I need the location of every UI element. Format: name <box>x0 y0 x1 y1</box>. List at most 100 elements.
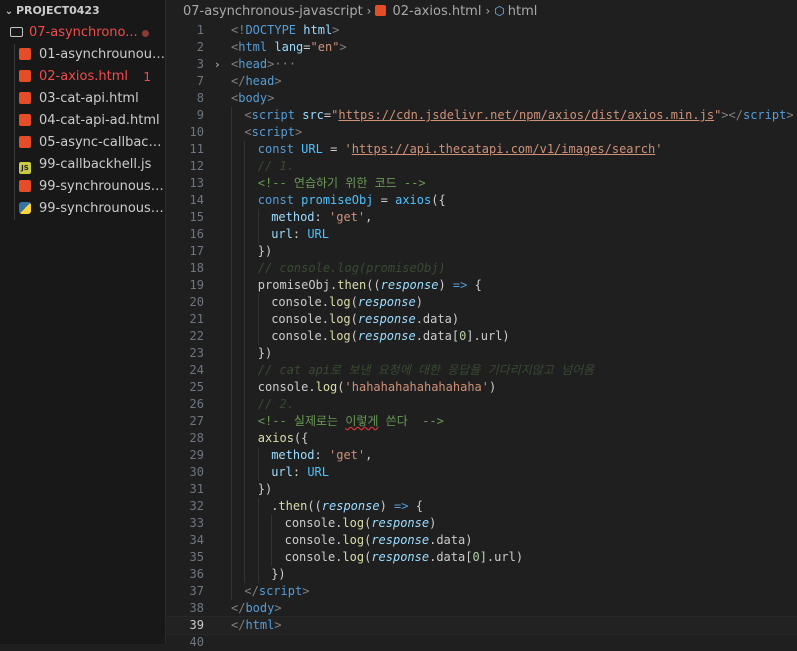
breadcrumb-element[interactable]: html <box>508 4 538 19</box>
code-token: log <box>342 533 365 547</box>
code-line[interactable]: 28 axios({ <box>166 430 797 447</box>
code-line[interactable]: 3 › <head>··· <box>166 56 797 73</box>
code-text: console.log('hahahahahahahahaha') <box>258 379 496 396</box>
code-line[interactable]: 8 <body> <box>166 90 797 107</box>
code-token: (( <box>366 278 381 292</box>
indent-guide <box>231 532 232 549</box>
indent-guide <box>231 549 232 566</box>
file-item[interactable]: 01-asynchrounous.h... <box>0 44 165 66</box>
line-number: 22 <box>189 329 204 343</box>
code-text: }) <box>258 481 272 498</box>
code-token: ) <box>438 278 453 292</box>
code-area[interactable]: 1 <!DOCTYPE html> 2 <html lang="en"> 3 › <head… <box>165 22 797 651</box>
code-line[interactable]: 27 <!-- 실제로는 이렇게 쓴다 --> <box>166 413 797 430</box>
code-token: 쓴다 --> <box>378 414 444 428</box>
code-text: url: URL <box>271 464 329 481</box>
indent-guide <box>231 396 232 413</box>
code-line[interactable]: 29 method: 'get', <box>166 447 797 464</box>
line-number: 31 <box>189 482 204 496</box>
file-item[interactable]: 99-synchrounous.ht... <box>0 176 165 198</box>
file-item[interactable]: 02-axios.html 1 <box>0 66 165 88</box>
code-line[interactable]: 10 <script> <box>166 124 797 141</box>
line-number: 34 <box>189 533 204 547</box>
line-number: 17 <box>189 244 204 258</box>
indent-guide <box>231 464 232 481</box>
file-item[interactable]: 05-async-callback.ht... <box>0 132 165 154</box>
code-line[interactable]: 14 const promiseObj = axios({ <box>166 192 797 209</box>
code-line[interactable]: 36}) <box>166 566 797 583</box>
code-token: response <box>321 499 380 513</box>
code-line[interactable]: 23}) <box>166 345 797 362</box>
code-line[interactable]: 11 const URL = 'https://api.thecatapi.com… <box>166 141 797 158</box>
code-token: > <box>274 601 282 615</box>
file-item[interactable]: JS 99-callbackhell.js <box>0 154 165 176</box>
line-number: 28 <box>189 431 204 445</box>
code-token: URL <box>301 142 323 156</box>
code-token: }) <box>257 482 273 496</box>
code-token: ( <box>337 380 345 394</box>
code-line[interactable]: 40 <box>166 634 797 651</box>
code-line[interactable]: 2 <html lang="en"> <box>166 39 797 56</box>
code-token: body <box>238 91 268 105</box>
code-line[interactable]: 34 console.log(response.data) <box>166 532 797 549</box>
code-line[interactable]: 20 console.log(response) <box>166 294 797 311</box>
code-token: then <box>337 278 367 292</box>
breadcrumb-folder[interactable]: 07-asynchronous-javascript <box>183 4 363 19</box>
code-token: ></ <box>721 108 743 122</box>
code-token: : <box>292 227 308 241</box>
code-line[interactable]: 30 url: URL <box>166 464 797 481</box>
code-line[interactable]: 13 <!-- 연습하기 위한 코드 --> <box>166 175 797 192</box>
code-line[interactable]: 19 promiseObj.then((response) => { <box>166 277 797 294</box>
code-line[interactable]: 7 </head> <box>166 73 797 90</box>
code-line[interactable]: 17}) <box>166 243 797 260</box>
code-text: console.log(response) <box>271 294 423 311</box>
line-number: 26 <box>189 397 204 411</box>
code-line[interactable]: 9 <script src="https://cdn.jsdelivr.net/n… <box>166 107 797 124</box>
code-line[interactable]: 18 // console.log(promiseObj) <box>166 260 797 277</box>
code-token: : <box>314 210 329 224</box>
file-item[interactable]: 03-cat-api.html <box>0 88 165 110</box>
code-line[interactable]: 25 console.log('hahahahahahahahaha') <box>166 379 797 396</box>
code-line[interactable]: 24 // cat api로 보낸 요청에 대한 응답을 기다리지않고 넘어옴 <box>166 362 797 379</box>
folder-icon <box>10 27 23 37</box>
code-line[interactable]: 1 <!DOCTYPE html> <box>166 22 797 39</box>
code-line[interactable]: 31}) <box>166 481 797 498</box>
project-header[interactable]: ⌄ PROJECT0423 <box>0 0 165 22</box>
code-text: console.log(response.data) <box>285 532 473 549</box>
code-line[interactable]: 33 console.log(response) <box>166 515 797 532</box>
indent-guide <box>244 430 246 447</box>
html-file-icon <box>19 70 31 82</box>
indent-guide <box>244 294 246 311</box>
indent-guide <box>271 515 273 532</box>
problem-count-badge: 1 <box>143 70 151 84</box>
code-token: { <box>467 278 482 292</box>
file-item[interactable]: 99-synchrounous.py <box>0 198 165 220</box>
fold-chevron-icon[interactable]: › <box>214 56 221 73</box>
indent-guide <box>231 277 232 294</box>
code-line[interactable]: 26 // 2. <box>166 396 797 413</box>
indent-guide <box>231 226 232 243</box>
code-token: (( <box>307 499 322 513</box>
indent-guide <box>231 566 232 583</box>
code-line[interactable]: 16 url: URL <box>166 226 797 243</box>
folder-row[interactable]: 07-asynchrono... <box>0 22 165 44</box>
code-token: head <box>245 74 275 88</box>
file-item[interactable]: 04-cat-api-ad.html <box>0 110 165 132</box>
code-token: html <box>303 23 333 37</box>
code-text: <html lang="en"> <box>231 39 347 56</box>
code-token: script <box>251 125 295 139</box>
indent-guide <box>244 141 246 158</box>
code-line[interactable]: 21 console.log(response.data) <box>166 311 797 328</box>
code-line[interactable]: 22 console.log(response.data[0].url) <box>166 328 797 345</box>
code-line[interactable]: 37 </script> <box>166 583 797 600</box>
code-token: response <box>357 329 416 343</box>
code-line[interactable]: 39 </html> <box>165 616 797 635</box>
code-line[interactable]: 12 // 1. <box>166 158 797 175</box>
line-number: 25 <box>189 380 204 394</box>
code-line[interactable]: 15 method: 'get', <box>166 209 797 226</box>
breadcrumb-file[interactable]: 02-axios.html <box>392 4 481 19</box>
code-line[interactable]: 38 </body> <box>166 600 797 617</box>
indent-guide <box>244 260 246 277</box>
code-line[interactable]: 35 console.log(response.data[0].url) <box>166 549 797 566</box>
code-line[interactable]: 32 .then((response) => { <box>166 498 797 515</box>
